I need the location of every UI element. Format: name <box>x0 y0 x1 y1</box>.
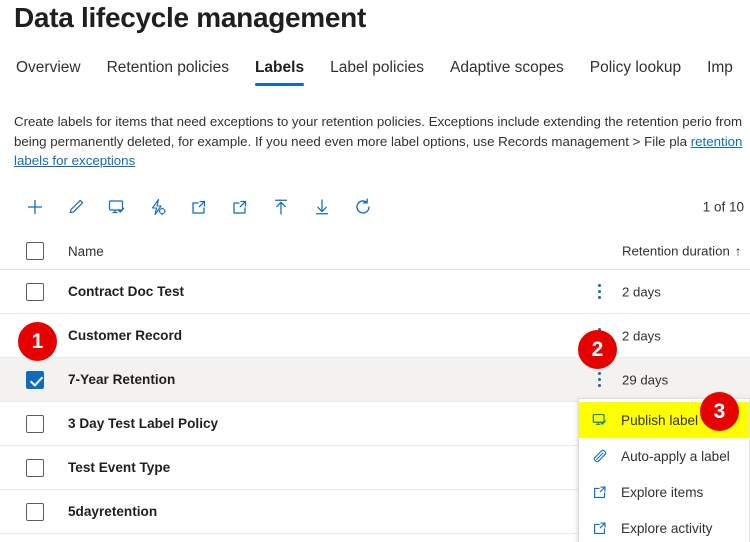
label-name: 7-Year Retention <box>68 372 176 387</box>
page-root: Data lifecycle management Overview Reten… <box>0 0 750 542</box>
table-header-row: Name Retention duration ↑ <box>0 233 750 270</box>
item-count-label: 1 of 10 <box>702 199 744 215</box>
tab-policy-lookup[interactable]: Policy lookup <box>590 58 681 86</box>
tab-label-policies[interactable]: Label policies <box>330 58 424 86</box>
command-toolbar: 1 of 10 <box>0 185 750 229</box>
tab-retention-policies[interactable]: Retention policies <box>107 58 229 86</box>
column-header-name[interactable]: Name <box>68 244 104 259</box>
table-row[interactable]: Contract Doc Test 2 days <box>0 270 750 314</box>
annotation-badge-2: 2 <box>578 330 617 369</box>
auto-apply-button[interactable] <box>139 191 177 223</box>
description-text: Create labels for items that need except… <box>14 114 743 149</box>
tab-bar: Overview Retention policies Labels Label… <box>0 58 750 94</box>
table-row[interactable]: 7-Year Retention 29 days <box>0 358 750 402</box>
tab-labels[interactable]: Labels <box>254 58 305 86</box>
table-row[interactable]: Customer Record 2 days <box>0 314 750 358</box>
row-checkbox[interactable] <box>26 502 44 521</box>
context-menu-item-explore-activity[interactable]: Explore activity <box>579 510 749 542</box>
context-menu-label: Explore activity <box>621 520 713 536</box>
label-name: Customer Record <box>68 328 183 343</box>
tab-adaptive-scopes[interactable]: Adaptive scopes <box>450 58 564 86</box>
row-checkbox[interactable] <box>26 458 44 477</box>
arrow-up-icon <box>271 197 291 217</box>
explore-items-button[interactable] <box>180 191 218 223</box>
external-link-icon <box>591 483 611 501</box>
row-checkbox[interactable] <box>26 370 44 389</box>
page-description: Create labels for items that need except… <box>14 112 750 171</box>
publish-monitor-icon <box>107 197 127 217</box>
label-name: 3 Day Test Label Policy <box>68 416 219 431</box>
auto-apply-tag-icon <box>591 447 611 465</box>
context-menu-label: Publish label <box>621 412 699 428</box>
column-header-retention-label: Retention duration <box>622 243 730 259</box>
context-menu-label: Explore items <box>621 484 704 500</box>
tab-import[interactable]: Imp <box>707 58 733 86</box>
pencil-icon <box>66 197 86 217</box>
annotation-badge-3: 3 <box>700 392 739 431</box>
external-link-icon <box>591 519 611 537</box>
publish-monitor-icon <box>591 411 611 429</box>
context-menu-item-auto-apply-a-label[interactable]: Auto-apply a label <box>579 438 749 474</box>
import-button[interactable] <box>303 191 341 223</box>
row-more-actions-button[interactable] <box>592 370 606 390</box>
refresh-button[interactable] <box>344 191 382 223</box>
label-name: 5dayretention <box>68 504 158 519</box>
publish-label-button[interactable] <box>98 191 136 223</box>
label-name: Test Event Type <box>68 460 171 475</box>
annotation-badge-1: 1 <box>18 322 57 361</box>
edit-button[interactable] <box>57 191 95 223</box>
new-label-button[interactable] <box>16 191 54 223</box>
external-link-icon <box>230 197 250 217</box>
context-menu-item-explore-items[interactable]: Explore items <box>579 474 749 510</box>
external-link-icon <box>189 197 209 217</box>
select-all-checkbox[interactable] <box>26 242 44 260</box>
explore-activity-button[interactable] <box>221 191 259 223</box>
auto-apply-bolt-icon <box>148 197 168 217</box>
context-menu-label: Auto-apply a label <box>621 448 730 464</box>
sort-ascending-icon: ↑ <box>734 243 742 259</box>
plus-icon <box>25 197 45 217</box>
row-more-actions-button[interactable] <box>592 282 606 302</box>
retention-duration: 2 days <box>622 284 661 299</box>
label-name: Contract Doc Test <box>68 284 185 299</box>
page-title: Data lifecycle management <box>14 2 366 33</box>
tab-overview[interactable]: Overview <box>16 58 81 86</box>
retention-duration: 2 days <box>622 328 661 343</box>
retention-duration: 29 days <box>622 372 669 387</box>
row-checkbox[interactable] <box>26 282 44 301</box>
row-checkbox[interactable] <box>26 414 44 433</box>
export-button[interactable] <box>262 191 300 223</box>
column-header-retention-duration[interactable]: Retention duration ↑ <box>622 244 741 259</box>
arrow-down-icon <box>312 197 332 217</box>
refresh-icon <box>353 197 373 217</box>
